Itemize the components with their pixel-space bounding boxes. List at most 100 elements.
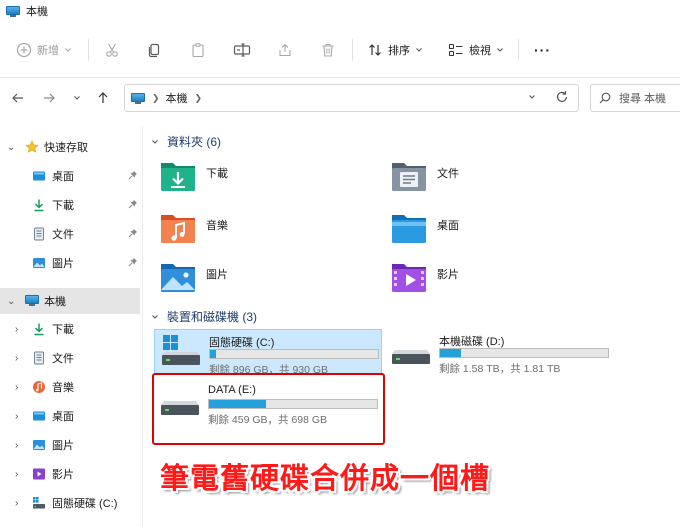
chevron-down-icon: [416, 48, 422, 52]
chevron-right-icon[interactable]: ›: [15, 440, 18, 451]
pin-icon[interactable]: [128, 170, 138, 183]
nav-pc-videos[interactable]: › 影片: [0, 461, 140, 487]
chevron-right-icon[interactable]: ›: [15, 324, 18, 335]
this-pc-icon: [25, 295, 39, 309]
nav-quick-documents[interactable]: 文件: [0, 221, 140, 247]
folder-tile-videos[interactable]: 影片: [389, 254, 609, 298]
desktop-icon: [32, 169, 46, 183]
delete-button[interactable]: [320, 40, 336, 60]
nav-pc-music[interactable]: › 音樂: [0, 374, 140, 400]
up-button[interactable]: [96, 91, 110, 108]
plus-circle-icon: [16, 42, 32, 58]
chevron-right-icon[interactable]: ›: [15, 353, 18, 364]
refresh-button[interactable]: [555, 90, 569, 107]
folder-name: 影片: [437, 269, 459, 281]
folder-tile-pictures[interactable]: 圖片: [158, 254, 378, 298]
view-label: 檢視: [469, 45, 491, 57]
breadcrumb-this-pc[interactable]: 本機: [166, 90, 188, 106]
trash-icon: [322, 43, 334, 57]
chevron-right-icon[interactable]: ›: [15, 469, 18, 480]
arrow-up-icon: [98, 92, 108, 103]
more-options-button[interactable]: ···: [534, 40, 551, 60]
nav-item-label: 圖片: [52, 258, 74, 270]
arrow-right-icon: [44, 93, 55, 103]
folder-tile-documents[interactable]: 文件: [389, 153, 609, 197]
search-box[interactable]: 搜尋 本機: [590, 84, 680, 112]
nav-quick-desktop[interactable]: 桌面: [0, 163, 140, 189]
drive-tile-d[interactable]: 本機磁碟 (D:) 剩餘 1.58 TB，共 1.81 TB: [385, 329, 613, 375]
document-icon: [32, 351, 46, 365]
folders-section-header[interactable]: 資料夾 (6): [150, 133, 675, 150]
folder-tile-desktop[interactable]: 桌面: [389, 205, 609, 249]
nav-this-pc[interactable]: ⌄ 本機: [0, 288, 140, 314]
nav-item-label: 固態硬碟 (C:): [52, 498, 118, 510]
folder-tile-music[interactable]: 音樂: [158, 205, 378, 249]
pin-icon[interactable]: [128, 257, 138, 270]
copy-button[interactable]: [146, 40, 162, 60]
drive-tile-c[interactable]: 固態硬碟 (C:) 剩餘 896 GB，共 930 GB: [154, 329, 382, 376]
new-label: 新增: [37, 45, 59, 57]
nav-item-label: 下載: [52, 200, 74, 212]
nav-item-label: 圖片: [52, 440, 74, 452]
folder-name: 文件: [437, 168, 459, 180]
forward-button[interactable]: [42, 91, 56, 108]
breadcrumb-chevron-icon[interactable]: ❯: [195, 93, 203, 104]
windows-drive-icon: [162, 335, 200, 365]
pin-icon[interactable]: [128, 228, 138, 241]
share-icon: [279, 43, 291, 57]
command-bar: 新增 排序 檢視 ···: [0, 22, 680, 78]
cut-button[interactable]: [104, 40, 120, 60]
chevron-down-icon[interactable]: ⌄: [7, 296, 15, 307]
recent-locations-button[interactable]: [72, 93, 82, 106]
drives-section-header[interactable]: 裝置和磁碟機 (3): [150, 308, 675, 325]
chevron-right-icon[interactable]: ›: [15, 498, 18, 509]
sort-button[interactable]: 排序: [367, 40, 424, 60]
sort-icon: [369, 44, 381, 56]
navigation-pane: ⌄ 快速存取 桌面 下載 文件 圖片 ⌄ 本機 › 下載 › 文件 › 音樂 ›…: [0, 127, 142, 527]
address-bar[interactable]: ❯ 本機 ❯: [124, 84, 579, 112]
rename-button[interactable]: [233, 40, 251, 60]
back-button[interactable]: [11, 91, 25, 108]
annotation-caption: 筆電舊硬碟合併成一個槽: [160, 463, 491, 495]
star-icon: [25, 140, 39, 154]
nav-quick-access[interactable]: ⌄ 快速存取: [0, 134, 140, 160]
window-title: 本機: [26, 6, 48, 18]
new-button[interactable]: 新增: [16, 40, 73, 60]
folder-name: 桌面: [437, 220, 459, 232]
drive-space-info: 剩餘 1.58 TB，共 1.81 TB: [439, 363, 561, 375]
paste-button[interactable]: [190, 40, 206, 60]
chevron-down-icon[interactable]: ⌄: [7, 142, 15, 153]
nav-quick-pictures[interactable]: 圖片: [0, 250, 140, 276]
title-bar: 本機: [0, 0, 680, 22]
drives-section-title: 裝置和磁碟機 (3): [167, 310, 258, 324]
nav-quick-downloads[interactable]: 下載: [0, 192, 140, 218]
refresh-icon: [556, 91, 568, 102]
nav-item-label: 影片: [52, 469, 74, 481]
pane-divider[interactable]: [142, 127, 143, 527]
chevron-right-icon[interactable]: ›: [15, 382, 18, 393]
search-placeholder: 搜尋 本機: [619, 93, 667, 105]
pictures-icon: [32, 256, 46, 270]
view-icon: [448, 43, 463, 57]
nav-pc-desktop[interactable]: › 桌面: [0, 403, 140, 429]
breadcrumb-chevron-icon[interactable]: ❯: [152, 93, 160, 104]
download-icon: [32, 322, 46, 336]
nav-pc-pictures[interactable]: › 圖片: [0, 432, 140, 458]
share-button[interactable]: [277, 40, 293, 60]
scissors-icon: [106, 43, 118, 57]
address-history-button[interactable]: [527, 92, 537, 105]
pin-icon[interactable]: [128, 199, 138, 212]
annotation-highlight-box: [152, 373, 385, 445]
nav-pc-documents[interactable]: › 文件: [0, 345, 140, 371]
drive-name: 固態硬碟 (C:): [209, 337, 275, 349]
folder-name: 圖片: [206, 269, 228, 281]
nav-pc-downloads[interactable]: › 下載: [0, 316, 140, 342]
nav-item-label: 桌面: [52, 171, 74, 183]
view-button[interactable]: 檢視: [448, 40, 505, 60]
clipboard-icon: [192, 43, 204, 58]
nav-pc-drive-c[interactable]: › 固態硬碟 (C:): [0, 490, 140, 516]
folder-tile-downloads[interactable]: 下載: [158, 153, 378, 197]
folders-section-title: 資料夾 (6): [167, 135, 222, 149]
chevron-right-icon[interactable]: ›: [15, 411, 18, 422]
copy-icon: [148, 43, 160, 58]
